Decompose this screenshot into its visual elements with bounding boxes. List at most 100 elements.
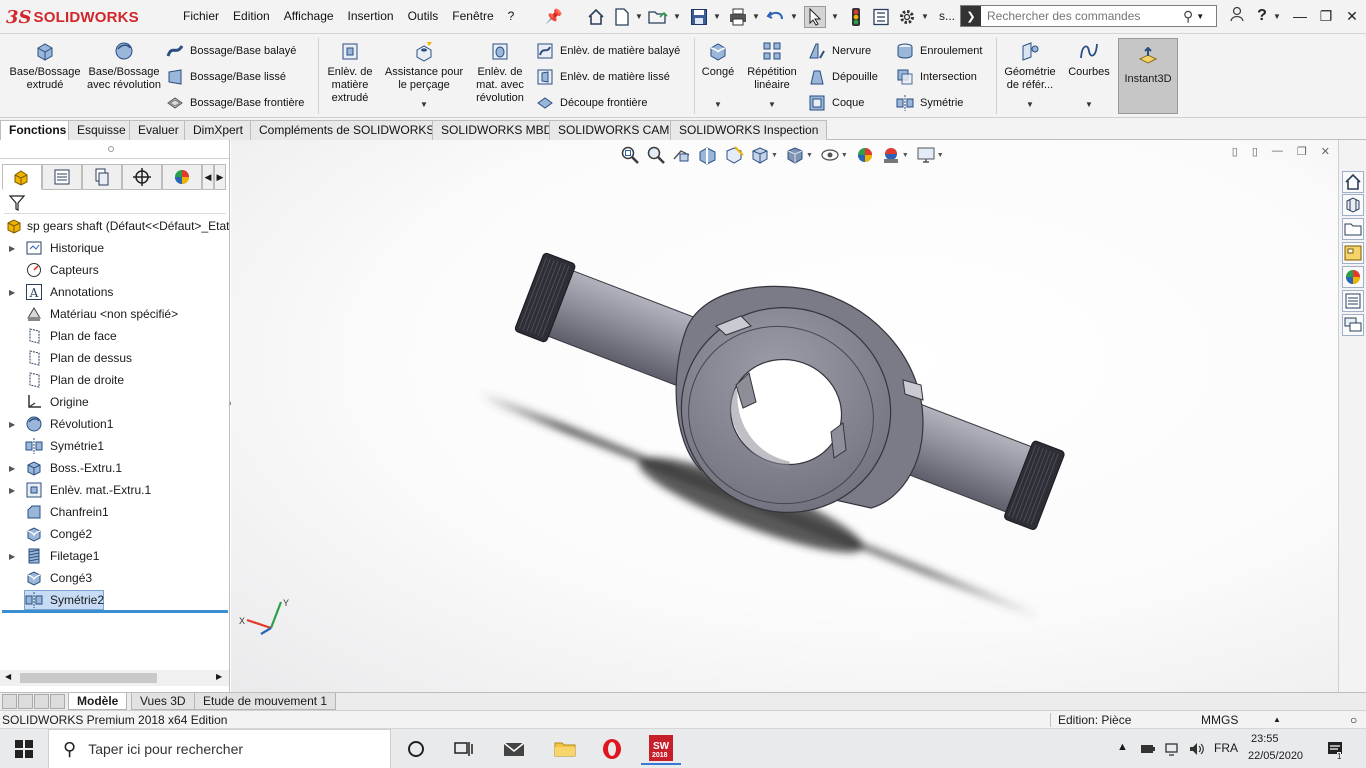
options-dropdown-icon[interactable]: ▼ [921, 12, 929, 21]
tree-item[interactable]: ▶ Boss.-Extru.1 [0, 458, 229, 478]
tree-item[interactable]: ▶ Historique [0, 238, 229, 258]
tab-cam[interactable]: SOLIDWORKS CAM [549, 120, 679, 140]
boundary-boss-button[interactable]: Bossage/Base frontière [166, 94, 304, 112]
tray-overflow-icon[interactable]: ▲ [1117, 741, 1128, 753]
help-dropdown-icon[interactable]: ▼ [1273, 12, 1281, 21]
tab-modele[interactable]: Modèle [68, 693, 128, 710]
tab-mbd[interactable]: SOLIDWORKS MBD [432, 120, 562, 140]
tree-item[interactable]: ▶ Filetage1 [0, 546, 229, 566]
reference-geometry-button[interactable]: Géométrie de référ... [1000, 40, 1060, 92]
tree-item[interactable]: ▶ Enlèv. mat.-Extru.1 [0, 480, 229, 500]
open-dropdown-icon[interactable]: ▼ [673, 12, 681, 21]
scroll-left-icon[interactable]: ◀ [5, 672, 11, 681]
revolve-cut-button[interactable]: Enlèv. de mat. avec révolution [470, 40, 530, 105]
dimxpertmanager-tab[interactable] [122, 164, 162, 190]
battery-icon[interactable] [1140, 742, 1156, 756]
tab-dimxpert[interactable]: DimXpert [184, 120, 253, 140]
swept-cut-button[interactable]: Enlèv. de matière balayé [536, 42, 680, 60]
new-dropdown-icon[interactable]: ▼ [635, 12, 643, 21]
units-dropdown-icon[interactable]: ▲ [1273, 715, 1281, 724]
tree-item[interactable]: Chanfrein1 [0, 502, 229, 522]
undo-dropdown-icon[interactable]: ▼ [790, 12, 798, 21]
options-gear-icon[interactable] [896, 6, 918, 28]
propertymanager-tab[interactable] [42, 164, 82, 190]
pin-icon[interactable]: 📌 [545, 8, 562, 25]
horizontal-scrollbar[interactable]: ◀ ▶ [0, 670, 229, 686]
custom-properties-icon[interactable] [1342, 290, 1364, 312]
wrap-button[interactable]: Enroulement [896, 42, 982, 60]
graphics-area[interactable]: ▼ ▼ ▼ ▼ ▼ ▯ ▯ — ❐ ✕ Y X [231, 140, 1338, 692]
menu-edition[interactable]: Edition [233, 9, 270, 23]
prev-tab-icon[interactable] [18, 694, 33, 709]
mirror-button[interactable]: Symétrie [896, 94, 963, 112]
menu-outils[interactable]: Outils [408, 9, 439, 23]
pattern-dropdown-icon[interactable]: ▼ [768, 100, 776, 109]
minimize-icon[interactable]: — [1288, 6, 1312, 26]
select-cursor-icon[interactable] [804, 6, 826, 28]
hole-wizard-button[interactable]: Assistance pour le perçage [380, 40, 468, 92]
gear-shaft-model[interactable] [231, 140, 1338, 692]
expand-arrow-icon[interactable]: ▶ [9, 486, 15, 495]
print-dropdown-icon[interactable]: ▼ [752, 12, 760, 21]
tree-item[interactable]: Capteurs [0, 260, 229, 280]
tab-evaluer[interactable]: Evaluer [129, 120, 188, 140]
task-view-icon[interactable] [443, 733, 483, 765]
network-icon[interactable] [1164, 741, 1180, 757]
undo-icon[interactable] [765, 6, 787, 28]
save-icon[interactable] [688, 6, 710, 28]
tree-item[interactable]: Matériau <non spécifié> [0, 304, 229, 324]
tree-item[interactable]: Plan de face [0, 326, 229, 346]
command-search[interactable]: ❯ ⚲ ▼ [960, 5, 1217, 27]
expand-arrow-icon[interactable]: ▶ [9, 420, 15, 429]
curves-button[interactable]: Courbes [1064, 40, 1114, 79]
tree-item[interactable]: Symétrie1 [0, 436, 229, 456]
user-account-icon[interactable] [1225, 6, 1249, 26]
volume-icon[interactable] [1188, 741, 1206, 757]
appearances-scenes-icon[interactable] [1342, 266, 1364, 288]
save-dropdown-icon[interactable]: ▼ [713, 12, 721, 21]
tree-item[interactable]: Congé2 [0, 524, 229, 544]
tab-fonctions[interactable]: Fonctions [0, 120, 76, 140]
filter-icon[interactable] [8, 194, 26, 212]
panel-scroll-right-icon[interactable]: ▶ [214, 164, 226, 190]
file-explorer-taskbar-icon[interactable] [545, 733, 585, 765]
tree-root-part[interactable]: sp gears shaft (Défaut<<Défaut>_Etat [0, 216, 229, 236]
menu-insertion[interactable]: Insertion [348, 9, 394, 23]
print-icon[interactable] [727, 6, 749, 28]
ref-geometry-dropdown-icon[interactable]: ▼ [1026, 100, 1034, 109]
new-document-icon[interactable] [611, 6, 633, 28]
solidworks-logo[interactable]: 3S SOLIDWORKS [6, 6, 139, 28]
tree-item[interactable]: Plan de dessus [0, 348, 229, 368]
solidworks-taskbar-icon[interactable]: SW 2018 [641, 733, 681, 765]
tab-inspection[interactable]: SOLIDWORKS Inspection [670, 120, 828, 140]
swept-boss-button[interactable]: Bossage/Base balayé [166, 42, 296, 60]
windows-start-icon[interactable] [0, 729, 48, 768]
shell-button[interactable]: Coque [808, 94, 864, 112]
hole-wizard-dropdown-icon[interactable]: ▼ [420, 100, 428, 109]
tree-item[interactable]: ▶ Révolution1 [0, 414, 229, 434]
tab-complements[interactable]: Compléments de SOLIDWORKS [250, 120, 444, 140]
search-dropdown-icon[interactable]: ▼ [1196, 12, 1204, 21]
search-input[interactable] [981, 9, 1181, 23]
next-tab-icon[interactable] [34, 694, 49, 709]
clock-date[interactable]: 22/05/2020 [1248, 750, 1303, 762]
fillet-button[interactable]: Congé [698, 40, 738, 79]
curves-dropdown-icon[interactable]: ▼ [1085, 100, 1093, 109]
extrude-boss-button[interactable]: Base/Bossage extrudé [6, 40, 84, 92]
clock-time[interactable]: 23:55 [1251, 733, 1279, 745]
tree-item[interactable]: ▶ A Annotations [0, 282, 229, 302]
file-properties-icon[interactable] [870, 6, 892, 28]
menu-help[interactable]: ? [508, 9, 515, 23]
tree-filter[interactable] [4, 192, 226, 214]
instant3d-button[interactable]: Instant3D [1118, 38, 1178, 114]
help-icon[interactable]: ? [1250, 6, 1274, 26]
revolve-boss-button[interactable]: Base/Bossage avec révolution [86, 40, 162, 92]
draft-button[interactable]: Dépouille [808, 68, 878, 86]
rib-button[interactable]: Nervure [808, 42, 871, 60]
open-folder-icon[interactable] [647, 6, 669, 28]
panel-grip-icon[interactable] [108, 146, 114, 152]
boundary-cut-button[interactable]: Découpe frontière [536, 94, 647, 112]
input-language[interactable]: FRA [1214, 741, 1238, 755]
solidworks-resources-icon[interactable] [1342, 171, 1364, 193]
loft-cut-button[interactable]: Enlèv. de matière lissé [536, 68, 670, 86]
